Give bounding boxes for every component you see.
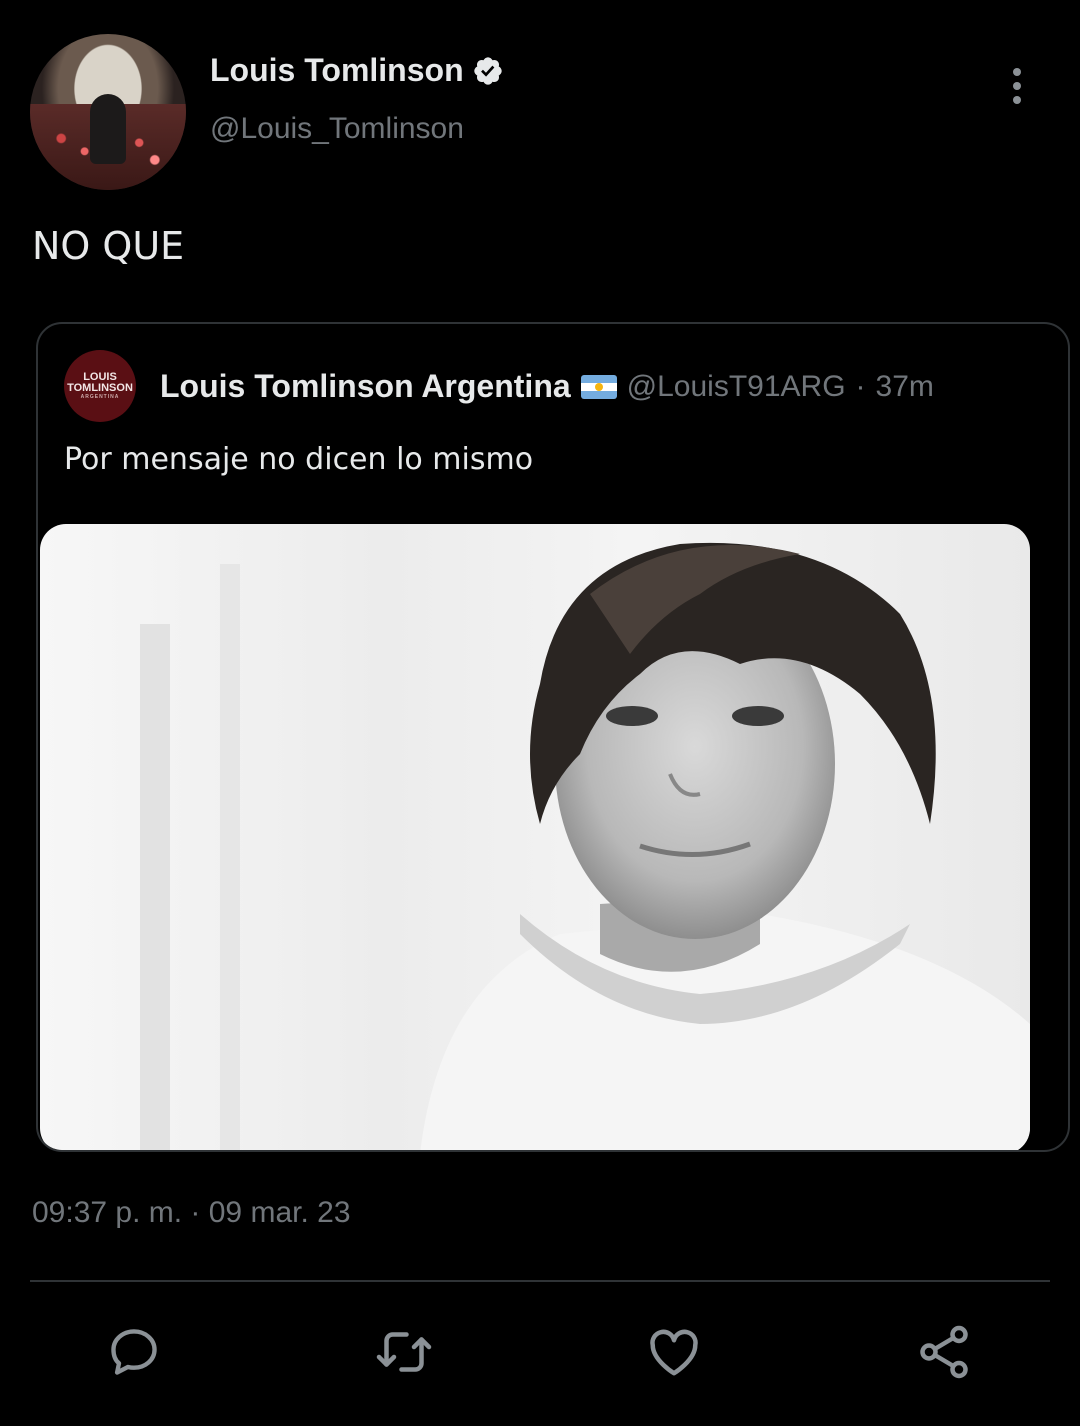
retweet-button[interactable] [374,1322,434,1382]
quoted-image[interactable] [40,524,1030,1150]
quoted-separator: · [855,369,866,403]
author-avatar[interactable] [30,34,186,190]
author-handle[interactable]: @Louis_Tomlinson [210,112,464,146]
author-name[interactable]: Louis Tomlinson [210,52,464,89]
share-icon [920,1325,968,1379]
like-button[interactable] [644,1322,704,1382]
quoted-avatar-line3: ARGENTINA [80,393,120,400]
argentina-flag-icon [580,374,617,399]
quoted-header: Louis Tomlinson Argentina @LouisT91ARG ·… [160,368,934,405]
retweet-icon [376,1332,432,1372]
quoted-text: Por mensaje no dicen lo mismo [64,442,534,477]
reply-button[interactable] [104,1322,164,1382]
tweet-text: NO QUE [32,224,185,268]
author-name-row[interactable]: Louis Tomlinson [210,52,504,89]
divider [30,1280,1050,1282]
avatar-person [90,94,126,164]
quoted-avatar[interactable]: LOUIS TOMLINSON ARGENTINA [64,350,136,422]
reply-icon [111,1329,157,1375]
quoted-time: 37m [875,369,934,403]
tweet-timestamp[interactable]: 09:37 p. m. · 09 mar. 23 [32,1196,351,1230]
more-options-icon[interactable] [1002,66,1032,106]
quoted-avatar-line1: LOUIS [83,370,117,383]
quoted-avatar-line2: TOMLINSON [67,381,133,394]
heart-icon [650,1329,698,1376]
quoted-author-handle: @LouisT91ARG [626,369,846,403]
quoted-tweet[interactable]: LOUIS TOMLINSON ARGENTINA Louis Tomlinso… [36,322,1070,1152]
verified-badge-icon [473,56,502,85]
quoted-author-name: Louis Tomlinson Argentina [160,368,571,404]
portrait-photo [140,542,1030,1150]
share-button[interactable] [914,1322,974,1382]
